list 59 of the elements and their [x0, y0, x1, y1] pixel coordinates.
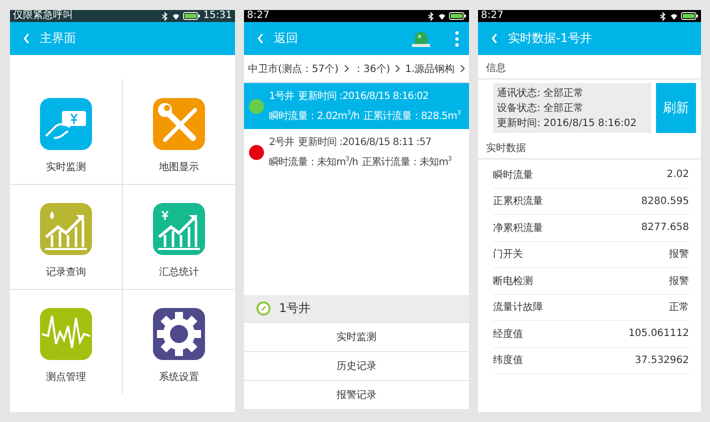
field-name: 流量计故障 [493, 300, 543, 314]
instant-flow: 瞬时流量：2.02m$^{3}$/h [269, 109, 360, 123]
wifi-icon [438, 12, 446, 20]
chevron-right-icon [395, 64, 400, 73]
status-time: 15:31 [203, 10, 232, 22]
chevron-right-icon [460, 64, 465, 73]
more-icon[interactable] [455, 30, 459, 46]
info-line: 通讯状态: 全部正常 [497, 86, 585, 100]
header-title: 实时数据-1号井 [508, 30, 592, 47]
gauge-icon [256, 301, 271, 316]
instant-flow: 瞬时流量：未知m$^{3}$/h [269, 155, 358, 169]
back-icon[interactable] [491, 33, 498, 44]
field-name: 经度值 [493, 328, 523, 341]
breadcrumb-item[interactable]: ：36个) [354, 62, 390, 76]
battery-icon [449, 12, 466, 20]
field-value: 报警 [669, 274, 689, 288]
field-value: 正常 [669, 300, 689, 314]
battery-icon [681, 12, 698, 20]
alarm-light-icon[interactable] [411, 30, 431, 46]
field-name: 门开关 [493, 248, 523, 262]
field-name: 断电检测 [493, 274, 533, 288]
status-time: 8:27 [247, 10, 270, 22]
field-value: 8280.595 [641, 196, 689, 207]
field-name: 纬度值 [493, 354, 523, 368]
popup-title: 1号井 [279, 300, 311, 317]
home-tile[interactable]: 记录查询 [10, 184, 122, 289]
breadcrumb-item[interactable]: 中卫市(测点：57个) [248, 62, 339, 76]
field-value: 报警 [669, 248, 689, 262]
field-value: 105.061112 [628, 328, 689, 340]
carrier-text: 仅限紧急呼叫 [13, 10, 73, 22]
field-value: 2.02 [666, 169, 689, 180]
battery-icon [183, 12, 200, 20]
field-name: 瞬时流量 [493, 168, 533, 182]
field-value: 8277.658 [641, 222, 689, 234]
total-flow: 正累计流量：828.5m$^{3}$ [363, 109, 460, 123]
well-name: 1号井 [269, 90, 294, 103]
bluetooth-icon [659, 12, 667, 20]
total-flow: 正累计流量：未知m$^{3}$ [362, 155, 452, 169]
field-name: 正累积流量 [493, 194, 543, 208]
info-line: 更新时间: 2016/8/15 8:16:02 [497, 116, 638, 130]
well-name: 2号井 [269, 136, 294, 149]
status-time: 8:27 [481, 10, 504, 22]
chevron-right-icon [344, 64, 349, 73]
bluetooth-icon [427, 12, 435, 20]
header-title: 主界面 [40, 30, 76, 47]
home-tile[interactable]: 测点管理 [10, 289, 122, 394]
back-icon[interactable] [257, 33, 264, 44]
back-icon[interactable] [23, 33, 30, 44]
breadcrumb-item[interactable]: 1.源品钢构 [405, 62, 455, 76]
wifi-icon [670, 12, 678, 20]
update-time: 更新时间 :2016/8/15 8:16:02 [298, 90, 429, 103]
bluetooth-icon [161, 12, 170, 20]
info-line: 设备状态: 全部正常 [497, 102, 585, 115]
wifi-icon [172, 12, 180, 20]
field-value: 37.532962 [634, 354, 689, 366]
update-time: 更新时间 :2016/8/15 8:11 :57 [298, 136, 432, 149]
section-label: 实时数据 [478, 137, 701, 160]
section-label: 信息 [478, 55, 701, 80]
field-name: 净累积流量 [493, 222, 543, 235]
